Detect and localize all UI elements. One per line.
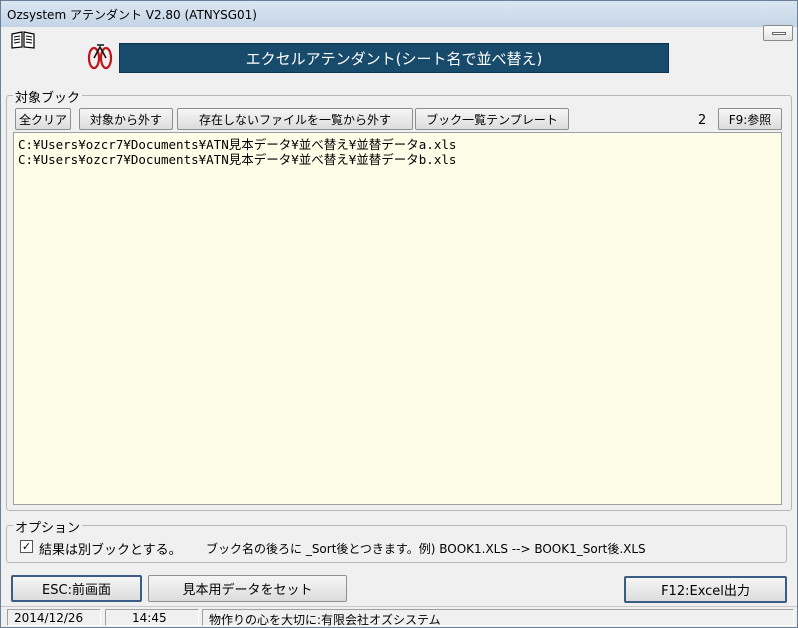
app-window: Ozsystem アテンダント V2.80 (ATNYSG01) エクセルアテン… [0, 0, 798, 628]
window-title: Ozsystem アテンダント V2.80 (ATNYSG01) [7, 8, 257, 22]
status-bar: 2014/12/26 14:45 物作りの心を大切に:有限会社オズシステム [1, 606, 797, 627]
target-books-legend: 対象ブック [13, 87, 83, 106]
remove-missing-files-button[interactable]: 存在しないファイルを一覧から外す [177, 108, 413, 130]
bicycle-icon [87, 44, 113, 70]
minimize-icon[interactable] [763, 25, 793, 41]
sort-suffix-note: ブック名の後ろに _Sort後とつきます。例) BOOK1.XLS --> BO… [206, 542, 646, 556]
title-bar[interactable]: Ozsystem アテンダント V2.80 (ATNYSG01) [1, 1, 797, 27]
list-item[interactable]: C:¥Users¥ozcr7¥Documents¥ATN見本データ¥並べ替え¥並… [18, 137, 777, 152]
list-item[interactable]: C:¥Users¥ozcr7¥Documents¥ATN見本データ¥並べ替え¥並… [18, 152, 777, 167]
separate-book-label[interactable]: 結果は別ブックとする。 [39, 539, 182, 558]
screen-banner: エクセルアテンダント(シート名で並べ替え) [119, 43, 669, 73]
browse-button[interactable]: F9:参照 [718, 108, 782, 130]
remove-from-target-button[interactable]: 対象から外す [79, 108, 173, 130]
book-list-template-button[interactable]: ブック一覧テンプレート [415, 108, 569, 130]
status-date: 2014/12/26 [7, 609, 101, 626]
book-icon[interactable] [11, 31, 35, 49]
file-count: 2 [698, 113, 707, 128]
status-time: 14:45 [105, 609, 199, 626]
excel-output-button[interactable]: F12:Excel出力 [624, 576, 787, 603]
separate-book-checkbox[interactable]: ✓ [20, 540, 33, 553]
options-legend: オプション [13, 517, 83, 536]
clear-all-button[interactable]: 全クリア [15, 108, 71, 130]
set-sample-data-button[interactable]: 見本用データをセット [148, 575, 347, 602]
status-message: 物作りの心を大切に:有限会社オズシステム [202, 609, 794, 627]
back-button[interactable]: ESC:前画面 [11, 575, 142, 602]
book-file-list[interactable]: C:¥Users¥ozcr7¥Documents¥ATN見本データ¥並べ替え¥並… [13, 132, 782, 505]
